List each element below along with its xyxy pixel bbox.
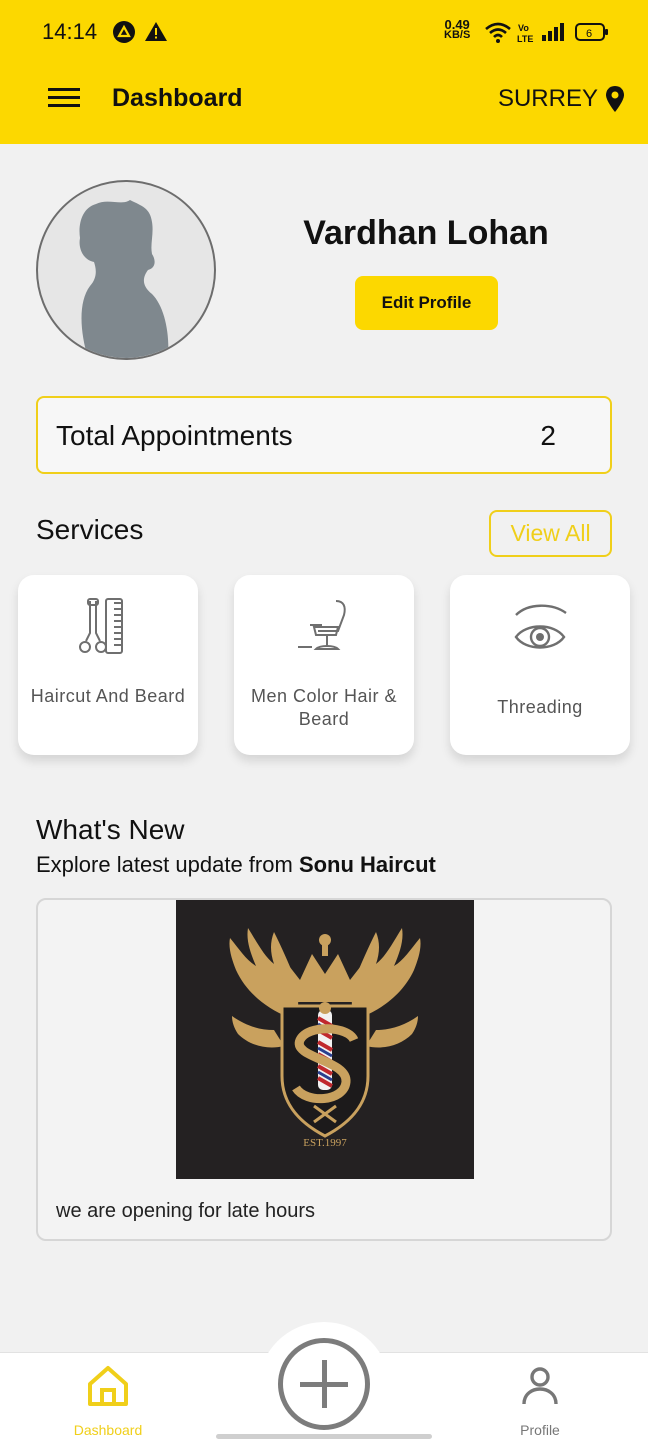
service-card-threading[interactable]: Threading — [450, 575, 630, 755]
signal-icon — [541, 22, 567, 47]
avatar[interactable] — [36, 180, 216, 360]
services-title: Services — [36, 514, 144, 545]
service-label: Threading — [497, 697, 583, 717]
user-name: Vardhan Lohan — [303, 214, 549, 252]
status-bar: 14:14 0.49 KB/S Vo LTE 6 — [0, 0, 648, 64]
scissors-comb-icon — [79, 598, 123, 654]
menu-button[interactable] — [46, 84, 82, 112]
service-card-men-color[interactable]: Men Color Hair & Beard — [234, 575, 414, 755]
nav-label-dashboard: Dashboard — [73, 1422, 143, 1438]
shop-name: Sonu Haircut — [298, 852, 436, 877]
location-pin-icon — [606, 86, 624, 112]
barber-logo-emblem: EST.1997 — [229, 928, 421, 1149]
person-icon — [522, 1367, 558, 1405]
eye-icon — [514, 604, 567, 649]
nav-label-profile: Profile — [520, 1422, 560, 1438]
hamburger-icon — [48, 88, 80, 107]
warning-icon — [144, 20, 168, 49]
total-appointments-label: Total Appointments — [56, 420, 293, 451]
person-silhouette-icon — [79, 200, 169, 358]
location-selector[interactable]: SURREY — [498, 82, 626, 116]
page-title: Dashboard — [112, 84, 243, 112]
plus-icon — [300, 1360, 348, 1408]
barber-chair-icon — [298, 600, 346, 650]
total-appointments-count: 2 — [540, 420, 556, 451]
volte-icon: Vo LTE — [516, 22, 536, 49]
service-label: Haircut And Beard — [30, 686, 186, 706]
battery-icon: 6 — [575, 22, 609, 47]
location-label: SURREY — [497, 85, 598, 112]
whats-new-title: What's New — [36, 814, 185, 845]
view-all-button[interactable]: View All — [489, 510, 612, 557]
network-speed: 0.49 KB/S — [444, 17, 471, 41]
news-post-card[interactable]: EST.1997 we are opening for late hours — [36, 898, 612, 1241]
svg-text:Vo: Vo — [518, 23, 529, 33]
gesture-bar — [216, 1434, 432, 1439]
nav-item-profile[interactable]: Profile — [480, 1360, 600, 1440]
service-label: Men Color Hair & Beard — [250, 686, 398, 729]
svg-text:EST.1997: EST.1997 — [303, 1137, 347, 1149]
total-appointments-card[interactable]: Total Appointments 2 — [36, 396, 612, 474]
news-post-caption: we are opening for late hours — [56, 1200, 316, 1222]
whats-new-subtitle: Explore latest update from Sonu Haircut — [36, 852, 436, 877]
service-card-haircut-beard[interactable]: Haircut And Beard — [18, 575, 198, 755]
edit-profile-button[interactable]: Edit Profile — [355, 276, 498, 330]
home-icon — [88, 1366, 128, 1406]
add-button[interactable] — [278, 1338, 370, 1430]
news-post-image: EST.1997 — [176, 900, 474, 1179]
nav-item-dashboard[interactable]: Dashboard — [48, 1360, 168, 1440]
svg-text:LTE: LTE — [517, 34, 533, 44]
svg-text:6: 6 — [586, 28, 592, 40]
notification-app-icon — [112, 20, 136, 49]
status-time: 14:14 — [42, 19, 98, 44]
wifi-icon — [484, 20, 512, 49]
